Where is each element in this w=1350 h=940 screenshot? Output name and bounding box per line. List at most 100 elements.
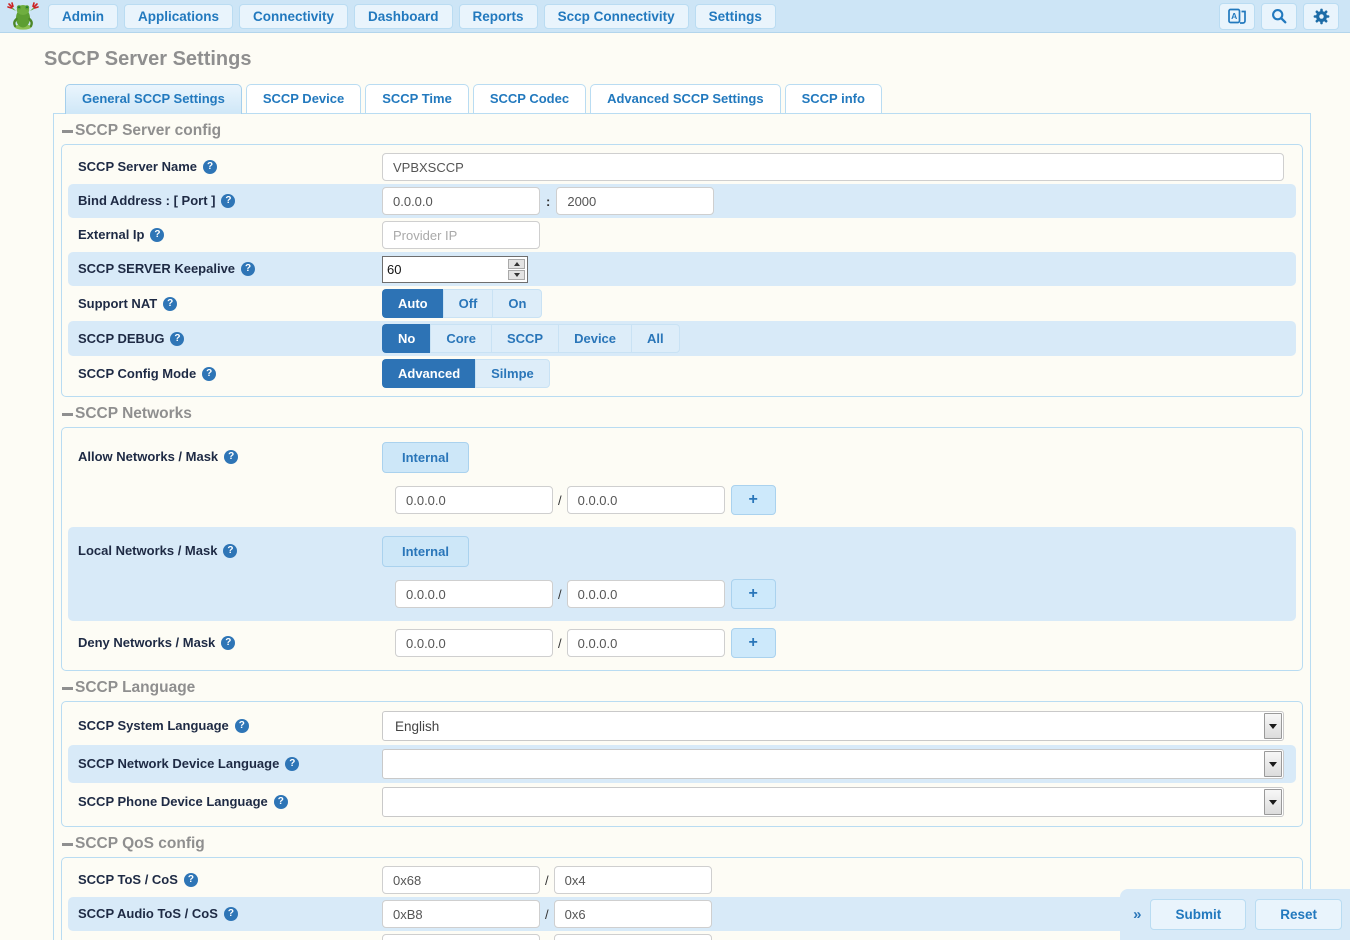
config-mode-label: SCCP Config Mode — [78, 360, 196, 388]
tab-sccp-device[interactable]: SCCP Device — [246, 84, 361, 113]
help-icon[interactable]: ? — [274, 795, 288, 809]
deny-networks-label-wrap: Deny Networks / Mask ? — [78, 629, 382, 657]
select-arrow-icon[interactable] — [1264, 789, 1282, 815]
spinner-down-icon[interactable] — [508, 270, 525, 280]
language-icon[interactable]: A — [1219, 3, 1255, 30]
gear-icon[interactable] — [1303, 3, 1339, 30]
audio-cos-input[interactable] — [554, 900, 712, 928]
help-icon[interactable]: ? — [221, 194, 235, 208]
section-header-server-config[interactable]: SCCP Server config — [62, 122, 1303, 140]
allow-internal-button[interactable]: Internal — [382, 442, 469, 473]
video-tos-input[interactable] — [382, 934, 540, 940]
local-add-button[interactable]: + — [731, 579, 776, 609]
frog-logo-icon[interactable] — [5, 1, 41, 31]
video-tos-cos-label-wrap: SCCP Video ToS / CoS ? — [78, 934, 382, 940]
cos-input[interactable] — [554, 866, 712, 894]
navbar-right-icons: A — [1219, 3, 1345, 30]
collapse-dash-icon[interactable] — [62, 413, 73, 416]
config-mode-advanced-button[interactable]: Advanced — [382, 359, 475, 388]
nav-item-reports[interactable]: Reports — [459, 4, 538, 29]
nav-item-connectivity[interactable]: Connectivity — [239, 4, 348, 29]
tab-advanced-sccp-settings[interactable]: Advanced SCCP Settings — [590, 84, 781, 113]
submit-button[interactable]: Submit — [1150, 899, 1246, 930]
allow-networks-label: Allow Networks / Mask — [78, 442, 218, 472]
allow-mask-input[interactable] — [567, 486, 725, 514]
row-allow-networks: Allow Networks / Mask ? Internal / + — [68, 433, 1296, 527]
debug-sccp-button[interactable]: SCCP — [491, 324, 558, 353]
help-icon[interactable]: ? — [241, 262, 255, 276]
help-icon[interactable]: ? — [285, 757, 299, 771]
tab-sccp-info[interactable]: SCCP info — [785, 84, 882, 113]
panel-server-config: SCCP Server Name ? Bind Address : [ Port… — [61, 144, 1303, 397]
nat-on-button[interactable]: On — [492, 289, 542, 318]
local-network-input[interactable] — [395, 580, 553, 608]
bind-port-input[interactable] — [556, 187, 714, 215]
row-sccp-debug: SCCP DEBUG ? No Core SCCP Device All — [68, 321, 1296, 356]
search-icon[interactable] — [1261, 3, 1297, 30]
section-header-qos[interactable]: SCCP QoS config — [62, 835, 1303, 853]
row-system-language: SCCP System Language ? English — [68, 707, 1296, 745]
deny-network-input[interactable] — [395, 629, 553, 657]
config-mode-simple-button[interactable]: Silmpe — [475, 359, 550, 388]
local-internal-button[interactable]: Internal — [382, 536, 469, 567]
bind-address-input[interactable] — [382, 187, 540, 215]
help-icon[interactable]: ? — [224, 907, 238, 921]
deny-add-button[interactable]: + — [731, 628, 776, 658]
tab-sccp-time[interactable]: SCCP Time — [365, 84, 469, 113]
video-cos-input[interactable] — [554, 934, 712, 940]
tab-sccp-codec[interactable]: SCCP Codec — [473, 84, 586, 113]
section-header-language[interactable]: SCCP Language — [62, 679, 1303, 697]
nat-auto-button[interactable]: Auto — [382, 289, 443, 318]
nav-item-dashboard[interactable]: Dashboard — [354, 4, 453, 29]
keepalive-label: SCCP SERVER Keepalive — [78, 255, 235, 283]
external-ip-input[interactable] — [382, 221, 540, 249]
select-arrow-icon[interactable] — [1264, 713, 1282, 739]
bind-address-label: Bind Address : [ Port ] — [78, 187, 215, 215]
allow-add-button[interactable]: + — [731, 485, 776, 515]
nat-off-button[interactable]: Off — [443, 289, 493, 318]
select-arrow-icon[interactable] — [1264, 751, 1282, 777]
server-name-input[interactable] — [382, 153, 1284, 181]
reset-button[interactable]: Reset — [1255, 899, 1342, 930]
network-device-language-select[interactable] — [382, 749, 1284, 779]
nav-item-applications[interactable]: Applications — [124, 4, 233, 29]
tos-cos-label: SCCP ToS / CoS — [78, 866, 178, 894]
system-language-select[interactable]: English — [382, 711, 1284, 741]
allow-network-input[interactable] — [395, 486, 553, 514]
help-icon[interactable]: ? — [224, 450, 238, 464]
nav-item-admin[interactable]: Admin — [48, 4, 118, 29]
help-icon[interactable]: ? — [203, 160, 217, 174]
page-title: SCCP Server Settings — [44, 48, 1311, 71]
help-icon[interactable]: ? — [150, 228, 164, 242]
help-icon[interactable]: ? — [223, 544, 237, 558]
debug-no-button[interactable]: No — [382, 324, 430, 353]
help-icon[interactable]: ? — [235, 719, 249, 733]
nav-item-sccp-connectivity[interactable]: Sccp Connectivity — [544, 4, 689, 29]
spinner-up-icon[interactable] — [508, 259, 525, 269]
audio-tos-cos-label: SCCP Audio ToS / CoS — [78, 900, 218, 928]
phone-device-language-select[interactable] — [382, 787, 1284, 817]
help-icon[interactable]: ? — [170, 332, 184, 346]
help-icon[interactable]: ? — [184, 873, 198, 887]
debug-all-button[interactable]: All — [631, 324, 680, 353]
section-title: SCCP Networks — [75, 405, 192, 423]
nav-item-settings[interactable]: Settings — [695, 4, 776, 29]
help-icon[interactable]: ? — [221, 636, 235, 650]
section-header-networks[interactable]: SCCP Networks — [62, 405, 1303, 423]
tab-general-sccp-settings[interactable]: General SCCP Settings — [65, 84, 242, 114]
tos-input[interactable] — [382, 866, 540, 894]
slash-separator: / — [558, 636, 562, 651]
debug-device-button[interactable]: Device — [558, 324, 631, 353]
collapse-dash-icon[interactable] — [62, 687, 73, 690]
keepalive-input[interactable]: 60 — [382, 256, 528, 283]
collapse-toolbar-icon[interactable]: » — [1133, 906, 1141, 923]
audio-tos-input[interactable] — [382, 900, 540, 928]
help-icon[interactable]: ? — [202, 367, 216, 381]
collapse-dash-icon[interactable] — [62, 130, 73, 133]
local-mask-input[interactable] — [567, 580, 725, 608]
collapse-dash-icon[interactable] — [62, 843, 73, 846]
debug-core-button[interactable]: Core — [430, 324, 491, 353]
help-icon[interactable]: ? — [163, 297, 177, 311]
panel-qos: SCCP ToS / CoS ? / SCCP Audio ToS / CoS … — [61, 857, 1303, 940]
deny-mask-input[interactable] — [567, 629, 725, 657]
